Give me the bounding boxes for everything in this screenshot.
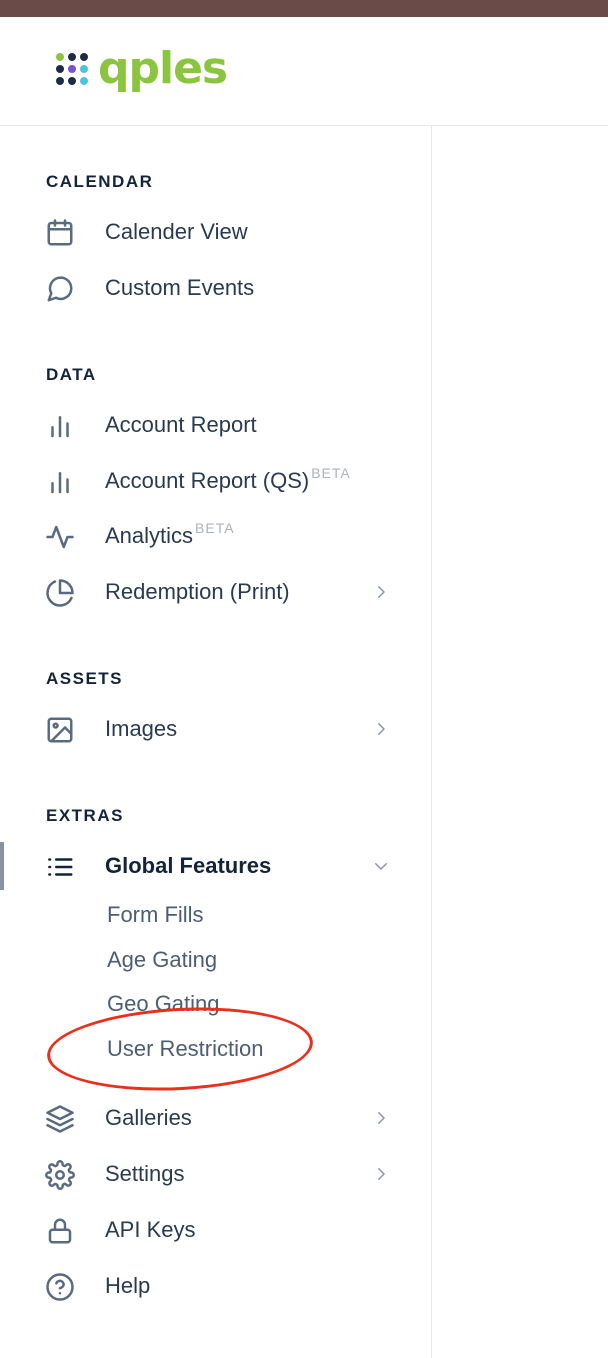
sidebar-item-analytics[interactable]: Analytics BETA xyxy=(0,510,431,562)
sidebar-item-redemption-print[interactable]: Redemption (Print) xyxy=(0,566,431,618)
sidebar-item-images[interactable]: Images xyxy=(0,703,431,755)
sidebar-item-text: Analytics xyxy=(105,523,194,548)
sidebar-item-label: Help xyxy=(105,1273,151,1298)
image-icon xyxy=(44,714,76,746)
beta-badge: BETA xyxy=(195,520,235,536)
beta-badge: BETA xyxy=(311,465,351,481)
window-top-bar xyxy=(0,0,608,17)
sidebar-item-text: Account Report (QS) xyxy=(105,468,310,493)
sidebar-item-label: Global Features xyxy=(105,853,272,878)
sidebar-item-galleries[interactable]: Galleries xyxy=(0,1092,431,1144)
app-header: qples xyxy=(0,17,608,126)
help-circle-icon xyxy=(44,1271,76,1303)
chevron-right-icon[interactable] xyxy=(372,1165,390,1183)
section-title-calendar: CALENDAR xyxy=(46,172,154,191)
sidebar-item-settings[interactable]: Settings xyxy=(0,1148,431,1200)
logo-dots-icon xyxy=(54,51,90,87)
chevron-right-icon[interactable] xyxy=(372,1109,390,1127)
sidebar-item-api-keys[interactable]: API Keys xyxy=(0,1204,431,1256)
submenu-item-user-restriction[interactable]: User Restriction xyxy=(107,1036,263,1062)
activity-icon xyxy=(44,521,76,553)
sidebar-item-global-features[interactable]: Global Features xyxy=(0,840,431,892)
sidebar-item-help[interactable]: Help xyxy=(0,1260,431,1312)
bar-chart-icon xyxy=(44,410,76,442)
sidebar-item-calender-view[interactable]: Calender View xyxy=(0,206,431,258)
bar-chart-icon xyxy=(44,466,76,498)
sidebar-item-label: Calender View xyxy=(105,219,248,244)
chevron-down-icon[interactable] xyxy=(372,857,390,875)
layers-icon xyxy=(44,1103,76,1135)
brand-logo[interactable]: qples xyxy=(54,43,228,94)
sidebar-item-label: Account Report xyxy=(105,412,257,437)
gear-icon xyxy=(44,1159,76,1191)
brand-wordmark: qples xyxy=(98,43,228,94)
sidebar-item-label: Account Report (QS) BETA xyxy=(105,465,351,494)
sidebar-item-label: Redemption (Print) xyxy=(105,579,290,604)
chevron-right-icon[interactable] xyxy=(372,720,390,738)
submenu-item-age-gating[interactable]: Age Gating xyxy=(107,947,217,973)
sidebar-item-label: Settings xyxy=(105,1161,185,1186)
submenu-item-geo-gating[interactable]: Geo Gating xyxy=(107,991,220,1017)
section-title-extras: EXTRAS xyxy=(46,806,124,825)
sidebar-item-custom-events[interactable]: Custom Events xyxy=(0,262,431,314)
chevron-right-icon[interactable] xyxy=(372,583,390,601)
sidebar-item-label: Galleries xyxy=(105,1105,192,1130)
list-icon xyxy=(44,851,76,883)
sidebar-nav: CALENDAR Calender View Custom Events DAT… xyxy=(0,126,432,1358)
sidebar-item-label: Images xyxy=(105,716,178,741)
submenu-item-form-fills[interactable]: Form Fills xyxy=(107,902,204,928)
sidebar-item-label: Analytics BETA xyxy=(105,520,235,549)
sidebar-item-label: Custom Events xyxy=(105,275,255,300)
section-title-assets: ASSETS xyxy=(46,669,124,688)
lock-icon xyxy=(44,1215,76,1247)
pie-chart-icon xyxy=(44,577,76,609)
section-title-data: DATA xyxy=(46,365,97,384)
sidebar-item-account-report-qs[interactable]: Account Report (QS) BETA xyxy=(0,455,431,507)
sidebar-item-account-report[interactable]: Account Report xyxy=(0,399,431,451)
chat-bubble-icon xyxy=(44,273,76,305)
calendar-icon xyxy=(44,217,76,249)
sidebar-item-label: API Keys xyxy=(105,1217,196,1242)
